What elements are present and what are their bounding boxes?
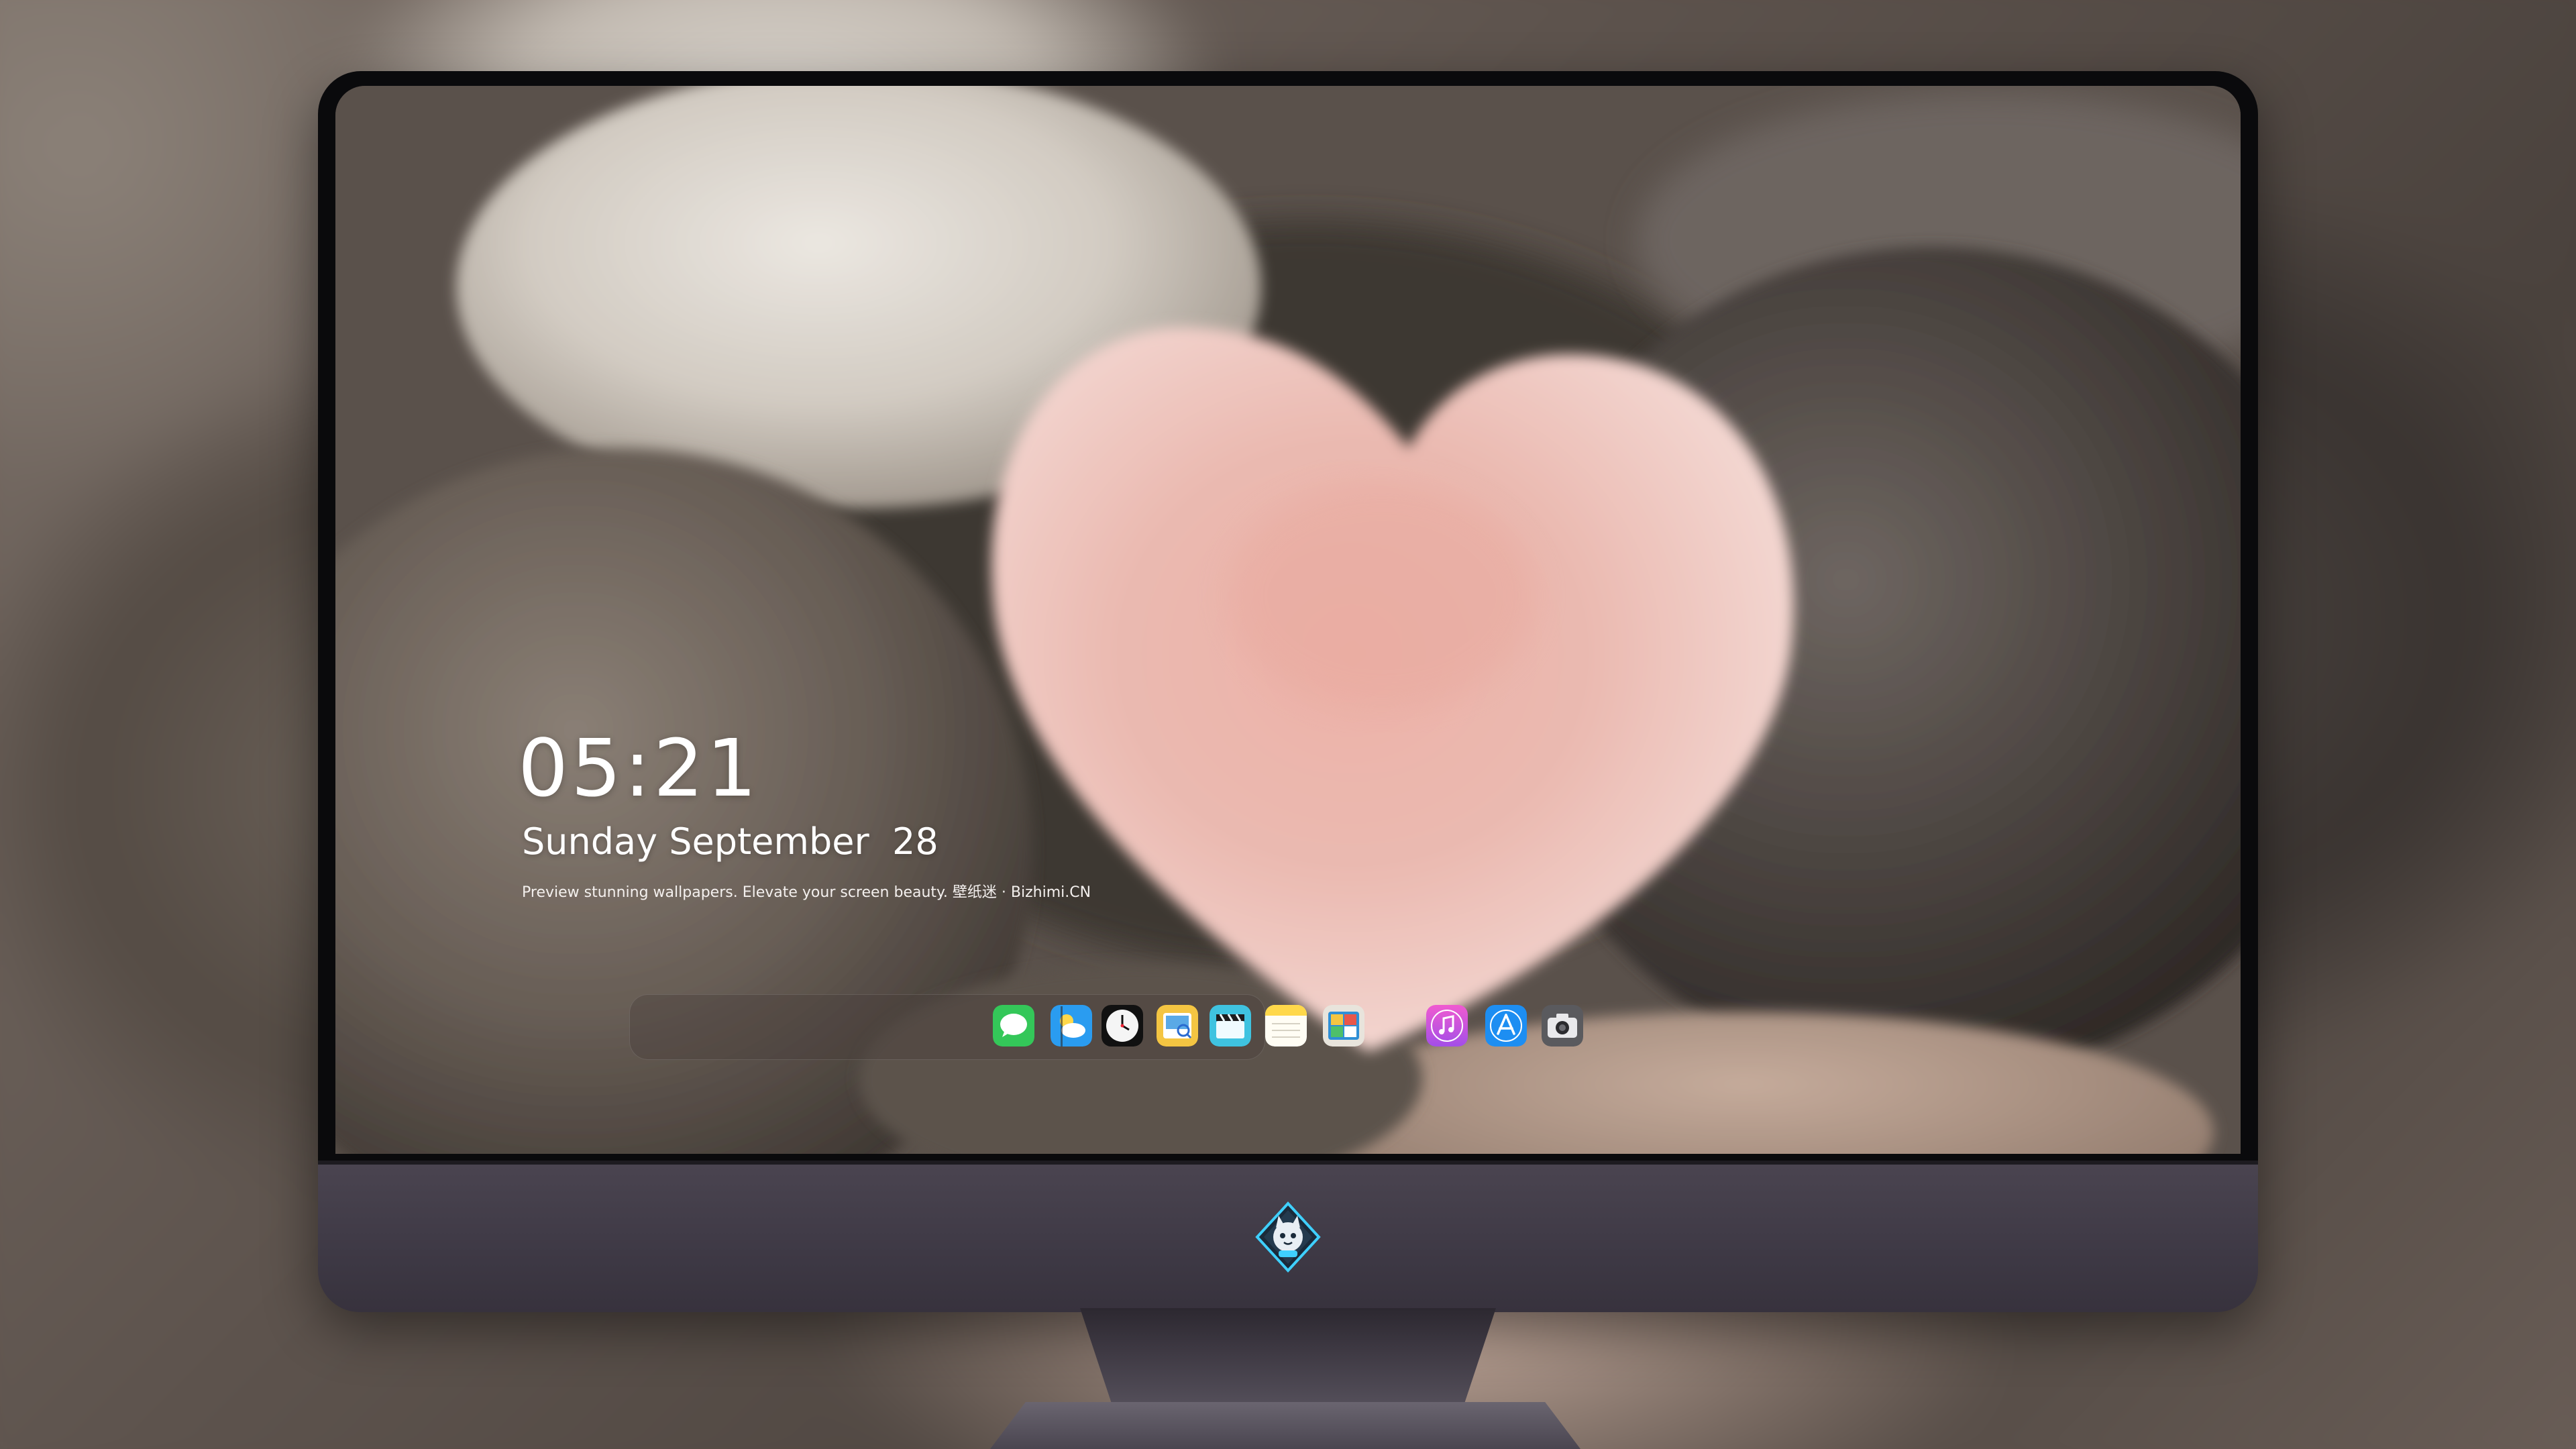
- messages-icon[interactable]: [993, 1005, 1034, 1046]
- clapperboard-icon[interactable]: [1210, 1005, 1251, 1046]
- camera-icon[interactable]: [1542, 1005, 1583, 1046]
- lock-date: Sunday September 28: [522, 820, 938, 863]
- dock-separator: [1061, 1006, 1063, 1046]
- music-icon[interactable]: [1426, 1005, 1468, 1046]
- app-store-icon[interactable]: [1485, 1005, 1527, 1046]
- wallpaper: [335, 86, 2241, 1154]
- weather-icon[interactable]: [1051, 1005, 1092, 1046]
- monitor-screen: 05:21 Sunday September 28 Preview stunni…: [335, 86, 2241, 1154]
- cat-mascot-logo: [1255, 1201, 1321, 1273]
- desktop-stage: 05:21 Sunday September 28 Preview stunni…: [0, 0, 2576, 1449]
- lock-clock: 05:21: [518, 722, 760, 814]
- monitor-stand-neck: [1080, 1308, 1496, 1409]
- clock-icon[interactable]: [1102, 1005, 1143, 1046]
- preview-icon[interactable]: [1157, 1005, 1198, 1046]
- photo-booth-icon[interactable]: [1323, 1005, 1364, 1046]
- notes-icon[interactable]: [1265, 1005, 1307, 1046]
- lock-tagline: Preview stunning wallpapers. Elevate you…: [522, 884, 1091, 901]
- monitor-stand-base: [990, 1402, 1580, 1449]
